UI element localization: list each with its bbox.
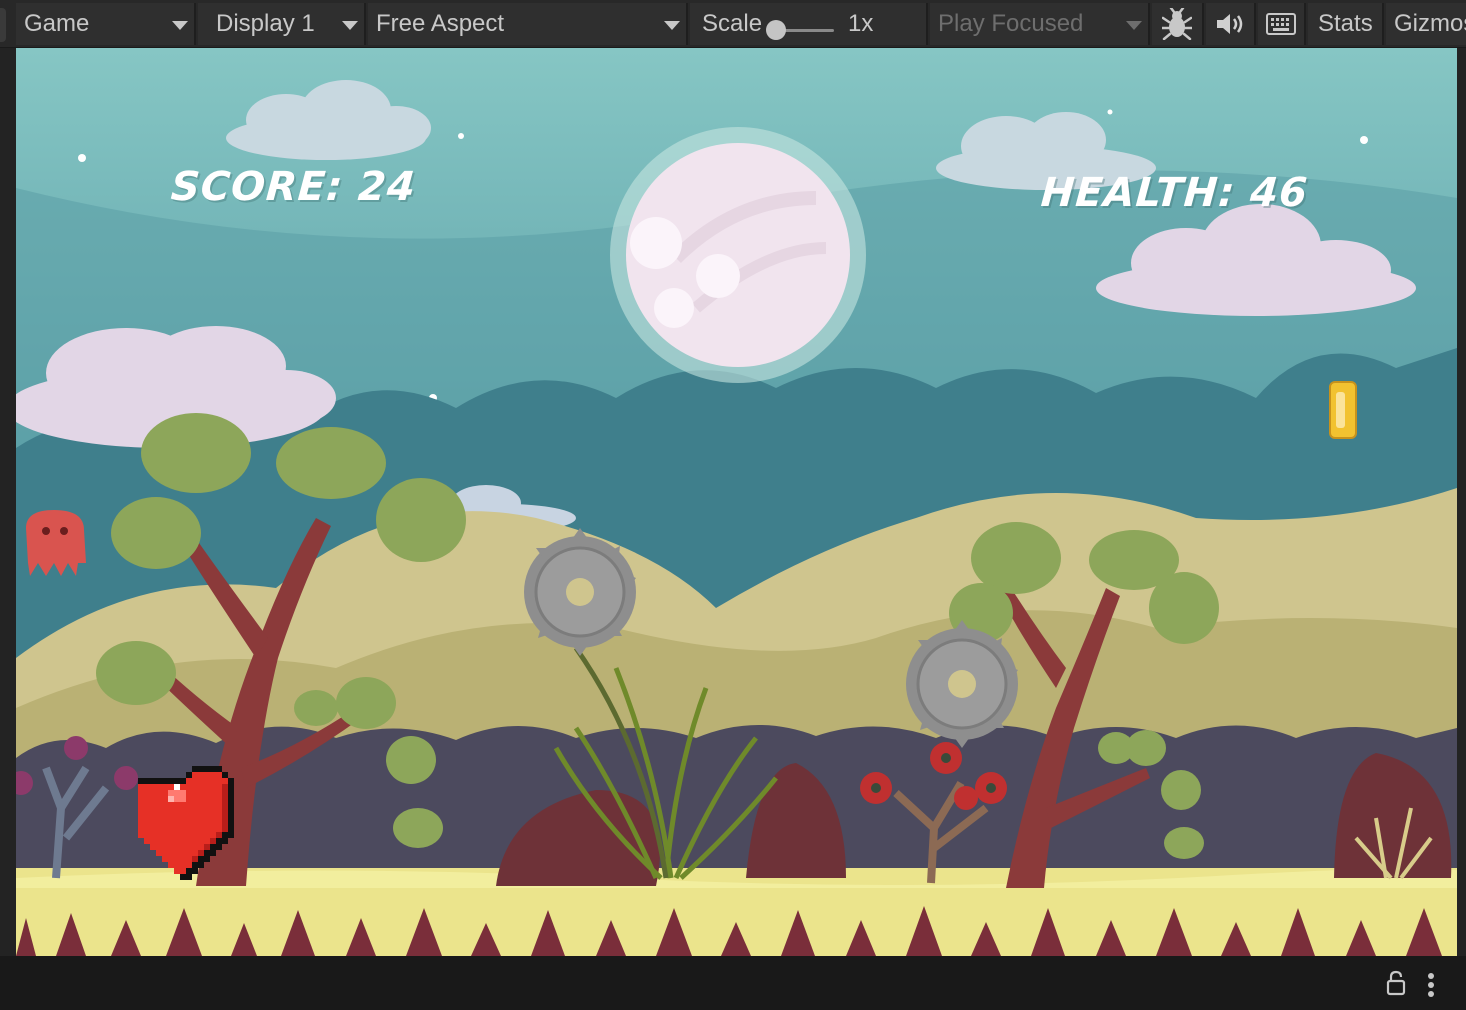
debug-toggle-button[interactable] xyxy=(1152,3,1204,45)
more-vertical-icon[interactable] xyxy=(1424,972,1438,998)
play-mode-dropdown[interactable]: Play Focused xyxy=(930,3,1150,45)
moon xyxy=(610,127,866,383)
scale-value: 1x xyxy=(848,10,874,37)
chevron-down-icon xyxy=(664,21,680,30)
view-dropdown-label: Game xyxy=(24,10,90,37)
bug-icon xyxy=(1162,8,1192,40)
lock-icon[interactable] xyxy=(1386,970,1406,996)
chevron-down-icon xyxy=(172,21,188,30)
display-dropdown-label: Display 1 xyxy=(216,10,315,37)
display-dropdown[interactable]: Display 1 xyxy=(198,3,366,45)
aspect-dropdown-label: Free Aspect xyxy=(376,10,505,37)
game-view-toolbar: Game Display 1 Free Aspect Scale 1x Play… xyxy=(0,0,1466,48)
scale-slider-handle[interactable] xyxy=(766,20,786,40)
status-bar xyxy=(0,956,1466,1010)
stats-label: Stats xyxy=(1318,10,1373,37)
enemy-slime xyxy=(26,510,86,576)
chevron-down-icon xyxy=(342,21,358,30)
chevron-down-icon xyxy=(1126,21,1142,30)
speaker-icon xyxy=(1217,14,1243,34)
left-panel-edge xyxy=(0,48,16,956)
score-label: SCORE: 24 xyxy=(169,164,418,210)
game-viewport[interactable]: SCORE: 24 HEALTH: 46 xyxy=(16,48,1457,956)
aspect-dropdown[interactable]: Free Aspect xyxy=(368,3,688,45)
stats-button[interactable]: Stats xyxy=(1308,3,1384,45)
scale-label: Scale xyxy=(702,10,763,37)
scale-control: Scale 1x xyxy=(690,3,928,45)
gizmos-label: Gizmos xyxy=(1394,10,1466,37)
view-dropdown[interactable]: Game xyxy=(16,3,196,45)
scale-slider-track[interactable] xyxy=(778,29,834,32)
gizmos-button[interactable]: Gizmos xyxy=(1386,3,1466,45)
health-label: HEALTH: 46 xyxy=(1039,170,1310,216)
mute-audio-button[interactable] xyxy=(1206,3,1256,45)
play-mode-label: Play Focused xyxy=(938,10,1084,37)
toolbar-left-handle xyxy=(0,8,6,42)
keyboard-icon xyxy=(1266,13,1296,35)
coin xyxy=(1329,381,1357,439)
keyboard-shortcuts-button[interactable] xyxy=(1258,3,1306,45)
right-panel-edge xyxy=(1457,48,1466,956)
